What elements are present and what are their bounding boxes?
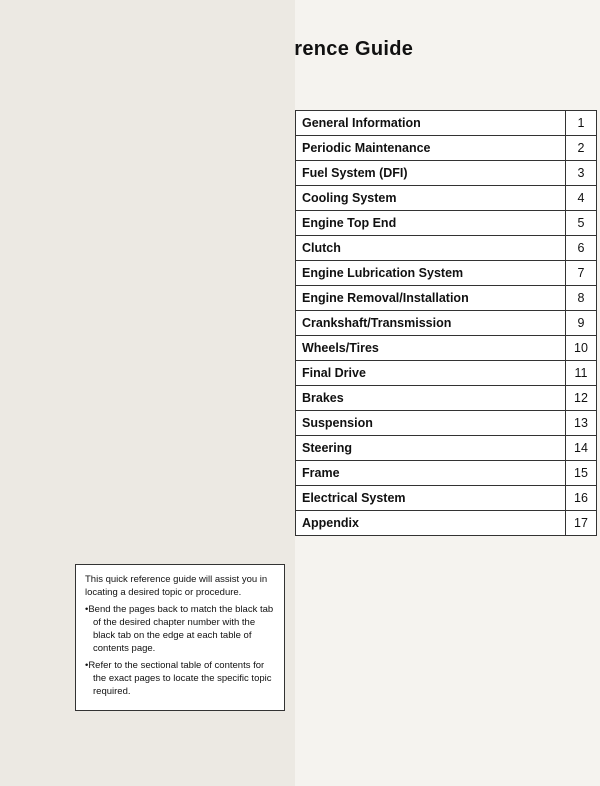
toc-item-label: Suspension [296, 411, 566, 435]
table-row: General Information1 [295, 110, 597, 136]
page: Quick Reference Guide General Informatio… [0, 0, 600, 786]
toc-item-label: Frame [296, 461, 566, 485]
toc-item-label: Brakes [296, 386, 566, 410]
toc-item-number: 10 [566, 336, 596, 360]
toc-item-number: 9 [566, 311, 596, 335]
toc-item-number: 2 [566, 136, 596, 160]
toc-item-number: 14 [566, 436, 596, 460]
toc-item-number: 4 [566, 186, 596, 210]
table-row: Engine Removal/Installation8 [295, 285, 597, 311]
toc-item-number: 6 [566, 236, 596, 260]
toc-item-label: Crankshaft/Transmission [296, 311, 566, 335]
table-row: Suspension13 [295, 410, 597, 436]
toc-item-number: 15 [566, 461, 596, 485]
toc-item-number: 13 [566, 411, 596, 435]
table-row: Periodic Maintenance2 [295, 135, 597, 161]
toc-item-number: 11 [566, 361, 596, 385]
toc-item-number: 3 [566, 161, 596, 185]
note-box: This quick reference guide will assist y… [75, 564, 285, 711]
toc-item-label: Clutch [296, 236, 566, 260]
table-row: Cooling System4 [295, 185, 597, 211]
toc-item-label: General Information [296, 111, 566, 135]
table-row: Electrical System16 [295, 485, 597, 511]
table-row: Engine Lubrication System7 [295, 260, 597, 286]
toc-item-number: 12 [566, 386, 596, 410]
table-row: Engine Top End5 [295, 210, 597, 236]
table-row: Steering14 [295, 435, 597, 461]
toc-item-label: Periodic Maintenance [296, 136, 566, 160]
table-row: Crankshaft/Transmission9 [295, 310, 597, 336]
toc-item-label: Final Drive [296, 361, 566, 385]
table-row: Brakes12 [295, 385, 597, 411]
toc-item-number: 5 [566, 211, 596, 235]
note-line1: This quick reference guide will assist y… [85, 573, 275, 600]
toc-item-label: Engine Removal/Installation [296, 286, 566, 310]
toc-item-label: Electrical System [296, 486, 566, 510]
table-row: Appendix17 [295, 510, 597, 536]
toc-item-label: Cooling System [296, 186, 566, 210]
table-row: Wheels/Tires10 [295, 335, 597, 361]
toc-item-label: Engine Lubrication System [296, 261, 566, 285]
toc-item-number: 8 [566, 286, 596, 310]
table-row: Final Drive11 [295, 360, 597, 386]
toc-item-label: Engine Top End [296, 211, 566, 235]
toc-item-label: Fuel System (DFI) [296, 161, 566, 185]
toc-item-label: Wheels/Tires [296, 336, 566, 360]
toc-item-label: Appendix [296, 511, 566, 535]
toc-item-number: 17 [566, 511, 596, 535]
table-row: Frame15 [295, 460, 597, 486]
toc-item-number: 1 [566, 111, 596, 135]
table-of-contents: General Information1Periodic Maintenance… [295, 110, 597, 535]
toc-item-number: 16 [566, 486, 596, 510]
toc-item-label: Steering [296, 436, 566, 460]
toc-item-number: 7 [566, 261, 596, 285]
table-row: Fuel System (DFI)3 [295, 160, 597, 186]
table-row: Clutch6 [295, 235, 597, 261]
note-bullet2: •Refer to the sectional table of content… [85, 659, 275, 699]
note-bullet1: •Bend the pages back to match the black … [85, 603, 275, 656]
